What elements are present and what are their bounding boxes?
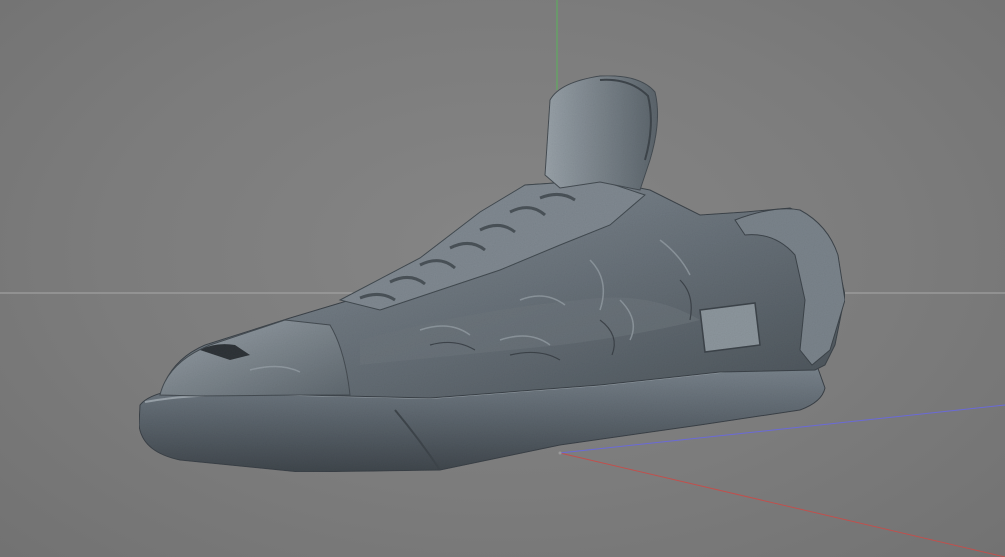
origin-marker	[558, 451, 562, 455]
sneaker-mesh[interactable]	[138, 75, 846, 473]
x-axis-line	[559, 452, 1005, 557]
toe-cap	[159, 319, 351, 397]
heel-tab	[699, 302, 761, 353]
tongue	[544, 75, 659, 191]
scene-canvas[interactable]	[0, 0, 1005, 557]
3d-viewport[interactable]	[0, 0, 1005, 557]
